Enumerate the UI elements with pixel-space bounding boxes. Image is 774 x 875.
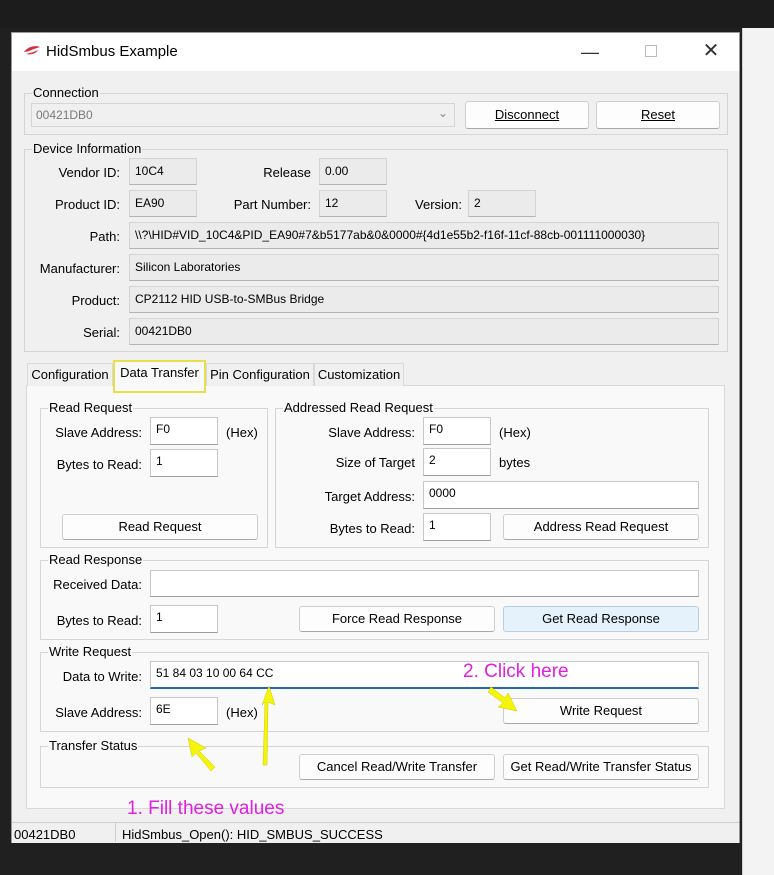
product-label: Product: xyxy=(71,293,120,308)
status-message: HidSmbus_Open(): HID_SMBUS_SUCCESS xyxy=(122,827,383,842)
version-label: Version: xyxy=(415,197,462,212)
vendor-id-label: Vendor ID: xyxy=(58,165,120,180)
click-here-annotation: 2. Click here xyxy=(463,661,569,682)
part-number-label: Part Number: xyxy=(233,197,311,212)
rr-slave-input[interactable]: F0 xyxy=(150,417,218,445)
close-icon[interactable]: ✕ xyxy=(696,39,726,63)
desktop-top-bar xyxy=(0,0,774,28)
window-title: HidSmbus Example xyxy=(46,43,178,60)
release-field: 0.00 xyxy=(319,158,387,185)
manufacturer-label: Manufacturer: xyxy=(39,261,120,276)
rr-slave-label: Slave Address: xyxy=(55,425,142,440)
product-id-field: EA90 xyxy=(129,190,197,217)
read-response-label: Read Response xyxy=(48,552,144,567)
silabs-logo-icon xyxy=(24,46,40,55)
product-field: CP2112 HID USB-to-SMBus Bridge xyxy=(129,286,719,313)
tab-data-transfer[interactable]: Data Transfer xyxy=(113,360,206,393)
write-request-button[interactable]: Write Request xyxy=(503,698,699,724)
tab-configuration[interactable]: Configuration xyxy=(27,363,113,386)
vendor-id-field: 10C4 xyxy=(129,158,197,185)
read-request-button[interactable]: Read Request xyxy=(62,514,258,540)
ar-bytes-input[interactable]: 1 xyxy=(423,513,491,541)
rr-hex-label: (Hex) xyxy=(226,425,258,440)
cancel-transfer-button[interactable]: Cancel Read/Write Transfer xyxy=(299,754,495,780)
fill-values-annotation: 1. Fill these values xyxy=(127,798,285,819)
get-transfer-status-button[interactable]: Get Read/Write Transfer Status xyxy=(503,754,699,780)
reset-button-label: Reset xyxy=(641,107,675,122)
chevron-down-icon: ⌄ xyxy=(437,106,448,120)
product-id-label: Product ID: xyxy=(54,197,120,212)
ar-slave-label: Slave Address: xyxy=(328,425,415,440)
ar-slave-input[interactable]: F0 xyxy=(423,417,491,445)
force-read-response-button[interactable]: Force Read Response xyxy=(299,606,495,632)
data-to-write-input[interactable]: 51 84 03 10 00 64 CC xyxy=(150,661,699,689)
ar-size-input[interactable]: 2 xyxy=(423,448,491,476)
get-read-response-button[interactable]: Get Read Response xyxy=(503,606,699,632)
transfer-status-label: Transfer Status xyxy=(48,738,139,753)
path-label: Path: xyxy=(89,229,120,244)
ar-bytes-unit: bytes xyxy=(499,455,531,470)
wr-slave-label: Slave Address: xyxy=(55,705,142,720)
ar-target-input[interactable]: 0000 xyxy=(423,481,699,509)
rresp-bytes-input[interactable]: 1 xyxy=(150,605,218,633)
maximize-icon[interactable] xyxy=(645,45,657,57)
addressed-read-label: Addressed Read Request xyxy=(283,400,434,415)
path-field: \\?\HID#VID_10C4&PID_EA90#7&b5177ab&0&00… xyxy=(129,222,719,249)
rr-bytes-label: Bytes to Read: xyxy=(56,457,142,472)
address-read-request-button[interactable]: Address Read Request xyxy=(503,514,699,540)
read-request-label: Read Request xyxy=(48,400,134,415)
reset-button[interactable]: Reset xyxy=(596,101,720,129)
tab-customization[interactable]: Customization xyxy=(314,363,404,386)
status-divider xyxy=(115,823,116,842)
status-device: 00421DB0 xyxy=(14,827,76,842)
device-info-label: Device Information xyxy=(32,141,143,156)
version-field: 2 xyxy=(468,190,536,217)
write-request-label: Write Request xyxy=(48,644,133,659)
tab-pin-configuration[interactable]: Pin Configuration xyxy=(206,363,314,386)
minimize-icon[interactable]: — xyxy=(575,40,605,64)
serial-field: 00421DB0 xyxy=(129,318,719,345)
part-number-field: 12 xyxy=(319,190,387,217)
received-data-input[interactable] xyxy=(150,570,699,597)
device-select-value: 00421DB0 xyxy=(36,108,93,122)
ar-bytes-label: Bytes to Read: xyxy=(329,521,415,536)
disconnect-button[interactable]: Disconnect xyxy=(465,101,589,129)
disconnect-button-label: Disconnect xyxy=(494,107,560,122)
ar-hex-label: (Hex) xyxy=(499,425,531,440)
rresp-bytes-label: Bytes to Read: xyxy=(56,613,142,628)
device-select[interactable]: 00421DB0 ⌄ xyxy=(31,103,455,127)
ar-target-label: Target Address: xyxy=(324,489,415,504)
serial-label: Serial: xyxy=(83,325,120,340)
wr-hex-label: (Hex) xyxy=(226,705,258,720)
rr-bytes-input[interactable]: 1 xyxy=(150,449,218,477)
data-to-write-label: Data to Write: xyxy=(62,669,142,684)
received-data-label: Received Data: xyxy=(53,577,142,592)
connection-label: Connection xyxy=(32,85,100,100)
manufacturer-field: Silicon Laboratories xyxy=(129,254,719,281)
ar-size-label: Size of Target xyxy=(335,455,415,470)
wr-slave-input[interactable]: 6E xyxy=(150,697,218,725)
background-window xyxy=(742,28,774,875)
release-label: Release xyxy=(263,165,311,180)
